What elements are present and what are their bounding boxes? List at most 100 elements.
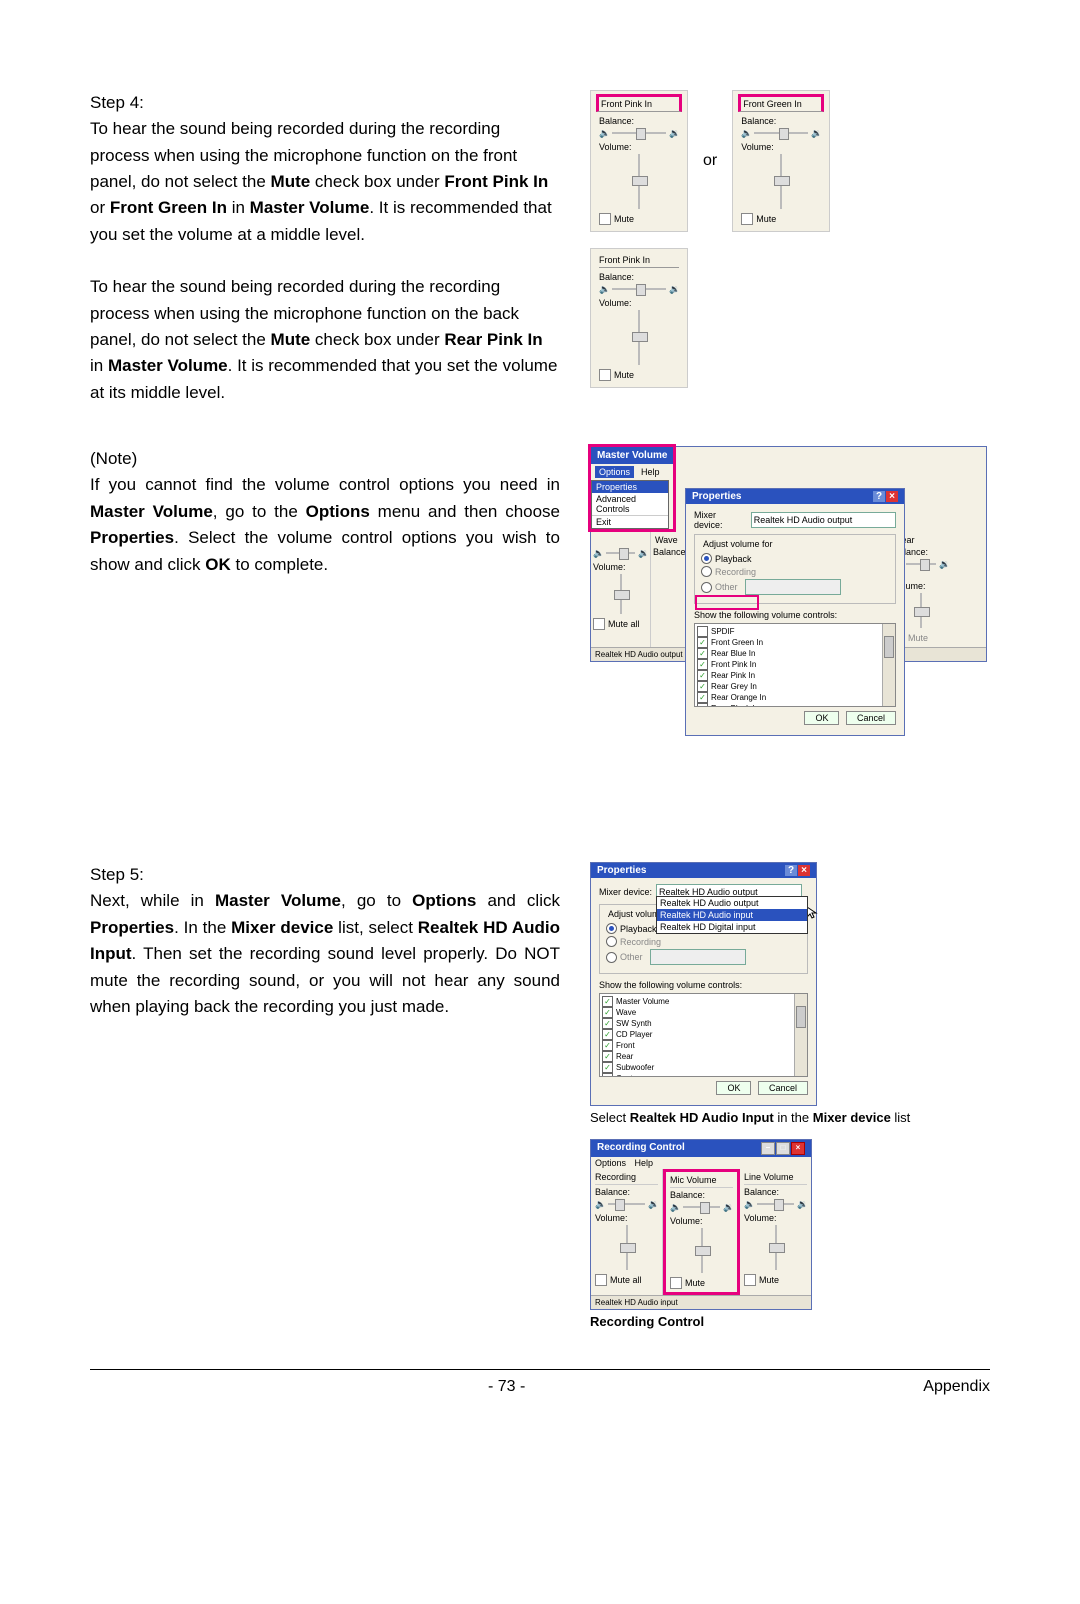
ok-button[interactable]: OK <box>804 711 839 725</box>
mute-checkbox[interactable]: Mute <box>599 213 679 225</box>
menu-options[interactable]: Options <box>595 1158 626 1168</box>
label: Rear Pink In <box>711 670 755 681</box>
volume-slider[interactable] <box>629 310 649 365</box>
volume-slider[interactable] <box>766 1225 786 1270</box>
bold: Mixer device <box>231 918 333 937</box>
volume-slider[interactable] <box>911 593 931 628</box>
dialog-titlebar[interactable]: Properties ?× <box>591 863 816 878</box>
list-item: Rear <box>602 1051 805 1062</box>
volume-slider[interactable] <box>611 574 631 614</box>
mute-checkbox[interactable]: Mute <box>741 213 821 225</box>
dialog-titlebar[interactable]: Properties ?× <box>686 489 904 504</box>
checkbox-icon[interactable] <box>602 1051 613 1062</box>
label: SW Synth <box>616 1018 652 1029</box>
menu-item-properties[interactable]: Properties <box>592 481 668 493</box>
checkbox-icon[interactable] <box>602 1040 613 1051</box>
balance-slider[interactable]: 🔈🔉 <box>670 1202 733 1212</box>
front-green-in-panel: Front Green In Balance: 🔈🔉 Volume: Mute <box>732 90 830 232</box>
scrollbar[interactable] <box>794 994 807 1076</box>
ok-button[interactable]: OK <box>716 1081 751 1095</box>
list-item: Rear Blue In <box>697 648 893 659</box>
checkbox-icon[interactable] <box>697 659 708 670</box>
checkbox-icon[interactable] <box>602 1062 613 1073</box>
dropdown-option[interactable]: Realtek HD Audio output <box>657 897 807 909</box>
radio-icon <box>606 952 617 963</box>
balance-slider[interactable]: 🔈🔉 <box>744 1199 807 1209</box>
volume-slider[interactable] <box>692 1228 712 1273</box>
volume-slider[interactable] <box>617 1225 637 1270</box>
mute-checkbox[interactable]: Mute <box>670 1277 733 1289</box>
label: Front Green In <box>711 637 763 648</box>
close-icon[interactable]: × <box>791 1142 805 1155</box>
maximize-icon[interactable]: □ <box>776 1142 790 1155</box>
menu-options[interactable]: Options <box>595 466 634 478</box>
checkbox-icon[interactable] <box>602 996 613 1007</box>
checkbox-icon[interactable] <box>602 1007 613 1018</box>
radio-other[interactable]: Other <box>606 949 801 965</box>
balance-label: Balance: <box>599 116 679 126</box>
checkbox-icon[interactable] <box>697 681 708 692</box>
bold-mute: Mute <box>271 172 311 191</box>
menu-item-exit[interactable]: Exit <box>592 516 668 528</box>
text: list, select <box>333 918 417 937</box>
mixer-device-select[interactable]: Realtek HD Audio output <box>751 512 896 528</box>
dropdown-option[interactable]: Realtek HD Digital input <box>657 921 807 933</box>
balance-label: Balance: <box>595 1187 658 1197</box>
checkbox-icon[interactable] <box>697 648 708 659</box>
checkbox-icon[interactable] <box>697 703 708 707</box>
label: Subwoofer <box>616 1062 654 1073</box>
mute-all-checkbox[interactable]: Mute all <box>593 618 648 630</box>
text: , go to the <box>213 502 306 521</box>
checkbox-icon[interactable] <box>602 1018 613 1029</box>
title-text: Recording Control <box>597 1142 685 1155</box>
cancel-button[interactable]: Cancel <box>846 711 896 725</box>
text: in the <box>774 1110 813 1125</box>
balance-slider[interactable]: 🔈🔉 <box>593 548 648 558</box>
help-icon[interactable]: ? <box>785 865 797 876</box>
checkbox-icon[interactable] <box>602 1073 613 1077</box>
speaker-right-icon: 🔉 <box>638 548 648 558</box>
label: Other <box>715 582 738 592</box>
label: CD Player <box>616 1029 652 1040</box>
close-icon[interactable]: × <box>798 865 810 876</box>
radio-recording[interactable]: Recording <box>701 566 889 577</box>
radio-playback[interactable]: Playback <box>701 553 889 564</box>
volume-controls-list[interactable]: Master Volume Wave SW Synth CD Player Fr… <box>599 993 808 1077</box>
checkbox-icon[interactable] <box>602 1029 613 1040</box>
checkbox-icon[interactable] <box>697 626 708 637</box>
dropdown-option-selected[interactable]: Realtek HD Audio input <box>657 909 807 921</box>
menu-help[interactable]: Help <box>637 466 664 478</box>
scrollbar[interactable] <box>882 624 895 706</box>
caption-mixer-device: Select Realtek HD Audio Input in the Mix… <box>590 1110 910 1125</box>
mute-checkbox[interactable]: Mute <box>744 1274 807 1286</box>
menu-help[interactable]: Help <box>635 1158 654 1168</box>
minimize-icon[interactable]: – <box>761 1142 775 1155</box>
radio-other[interactable]: Other <box>701 579 889 595</box>
mute-checkbox[interactable]: Mute <box>599 369 679 381</box>
balance-slider[interactable]: 🔈🔉 <box>741 128 821 138</box>
balance-slider[interactable]: 🔈🔉 <box>599 284 679 294</box>
show-controls-label: Show the following volume controls: <box>599 980 808 990</box>
radio-recording[interactable]: Recording <box>606 936 801 947</box>
volume-slider[interactable] <box>771 154 791 209</box>
checkbox-icon[interactable] <box>697 637 708 648</box>
window-titlebar[interactable]: Recording Control – □ × <box>591 1140 811 1157</box>
radio-icon <box>606 936 617 947</box>
cancel-button[interactable]: Cancel <box>758 1081 808 1095</box>
checkbox-icon[interactable] <box>697 670 708 681</box>
step5-heading: Step 5: <box>90 862 560 888</box>
mute-all-checkbox[interactable]: Mute all <box>595 1274 658 1286</box>
help-icon[interactable]: ? <box>873 491 885 502</box>
window-titlebar[interactable]: Master Volume <box>591 447 673 464</box>
label: Front <box>616 1040 635 1051</box>
volume-controls-list[interactable]: SPDIF Front Green In Rear Blue In Front … <box>694 623 896 707</box>
balance-slider[interactable]: 🔈🔉 <box>595 1199 658 1209</box>
text: check box under <box>310 172 444 191</box>
checkbox-icon[interactable] <box>697 692 708 703</box>
menu-item-advanced[interactable]: Advanced Controls <box>592 493 668 516</box>
volume-slider[interactable] <box>629 154 649 209</box>
recording-control-window: Recording Control – □ × Options Help Rec… <box>590 1139 812 1310</box>
label: SPDIF <box>711 626 735 637</box>
close-icon[interactable]: × <box>886 491 898 502</box>
balance-slider[interactable]: 🔈🔉 <box>599 128 679 138</box>
